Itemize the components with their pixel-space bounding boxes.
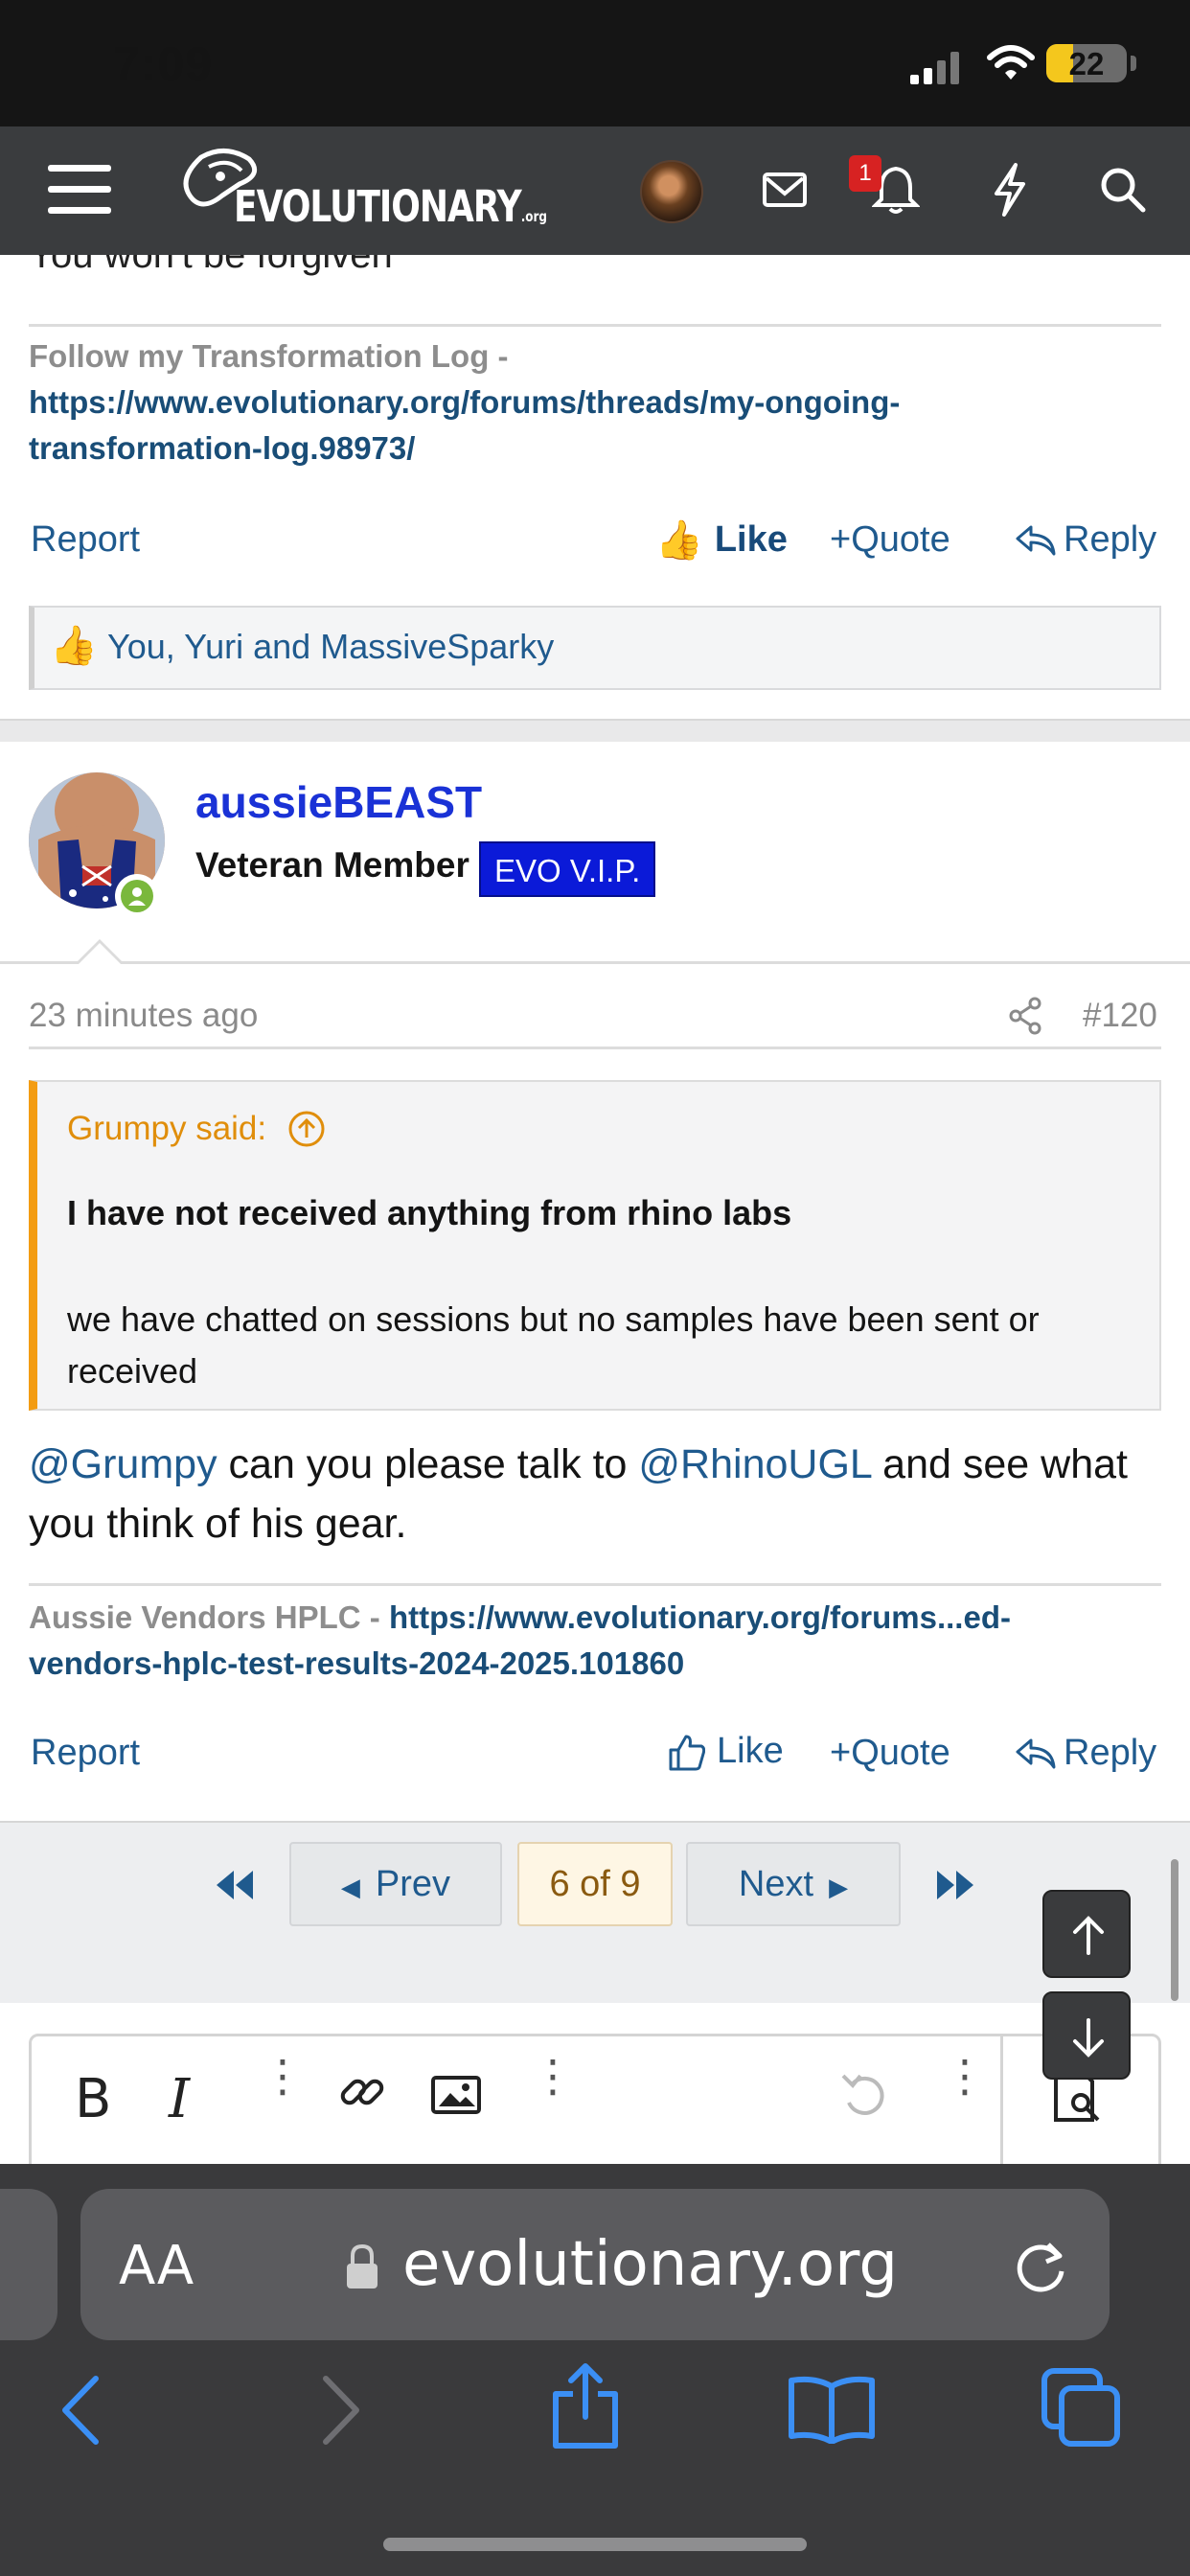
account-avatar[interactable]	[640, 160, 703, 223]
hamburger-menu-icon[interactable]	[48, 163, 111, 217]
scroll-to-bottom-button[interactable]	[1042, 1991, 1131, 2080]
notifications-badge: 1	[849, 155, 881, 192]
signature: Aussie Vendors HPLC - https://www.evolut…	[29, 1595, 1169, 1687]
more-editor-options-icon[interactable]: ⋮	[943, 2054, 987, 2098]
quote-button-prev[interactable]: +Quote	[830, 519, 950, 561]
italic-icon[interactable]: I	[169, 2068, 190, 2130]
previous-tab-peek[interactable]	[0, 2189, 57, 2340]
back-icon[interactable]	[59, 2375, 102, 2446]
signature-prev: Follow my Transformation Log - https://w…	[29, 334, 1159, 472]
signature-label: Aussie Vendors HPLC -	[29, 1599, 389, 1635]
caret-right-icon: ▶	[829, 1873, 849, 1901]
scroll-to-top-button[interactable]	[1042, 1890, 1131, 1978]
quote-text-bold: I have not received anything from rhino …	[67, 1193, 792, 1232]
reactions-list[interactable]: You, Yuri and MassiveSparky	[107, 627, 554, 667]
first-page-icon[interactable]	[213, 1869, 257, 1901]
share-sheet-icon[interactable]	[550, 2361, 621, 2450]
vip-badge: EVO V.I.P.	[479, 841, 656, 897]
post-separator	[0, 719, 1190, 742]
report-button-prev[interactable]: Report	[31, 519, 140, 561]
reply-button-prev[interactable]: Reply	[1016, 519, 1156, 561]
whats-new-bolt-icon[interactable]	[991, 163, 1029, 217]
reply-button[interactable]: Reply	[1016, 1733, 1156, 1774]
share-icon[interactable]	[1008, 997, 1042, 1035]
undo-icon[interactable]	[839, 2070, 891, 2120]
quote-text-body: we have chatted on sessions but no sampl…	[67, 1300, 1040, 1391]
poster-username[interactable]: aussieBEAST	[195, 776, 482, 828]
report-button[interactable]: Report	[31, 1733, 140, 1774]
thumbs-up-outline-icon	[669, 1735, 705, 1770]
user-block-divider	[0, 961, 1190, 964]
site-logo-text: EVOLUTIONARY.org	[234, 183, 547, 233]
address-url[interactable]: evolutionary.org	[402, 2229, 898, 2300]
mention-link-grumpy[interactable]: @Grumpy	[29, 1441, 217, 1487]
reaction-like-icon: 👍	[50, 625, 98, 667]
battery-level: 22	[1068, 46, 1105, 81]
more-insert-options-icon[interactable]: ⋮	[531, 2054, 575, 2098]
like-button-prev[interactable]: 👍 Like	[655, 518, 788, 563]
thumbs-up-icon: 👍	[655, 519, 703, 562]
go-to-quote-arrow-icon[interactable]	[287, 1110, 326, 1148]
like-button[interactable]: Like	[667, 1731, 784, 1772]
reload-icon[interactable]	[1012, 2237, 1071, 2296]
tabs-icon[interactable]	[1041, 2367, 1123, 2448]
caret-left-icon: ◀	[340, 1873, 360, 1901]
cellular-signal-icon	[910, 52, 959, 84]
post-body: @Grumpy can you please talk to @RhinoUGL…	[29, 1441, 1128, 1547]
quote-author[interactable]: Grumpy said:	[67, 1110, 326, 1148]
reply-arrow-icon	[1016, 525, 1056, 555]
post-timestamp[interactable]: 23 minutes ago	[29, 997, 258, 1035]
current-page-indicator[interactable]: 6 of 9	[517, 1842, 673, 1926]
next-page-button[interactable]: Next ▶	[686, 1842, 901, 1926]
post-header-divider	[29, 1046, 1161, 1049]
signature-divider	[29, 324, 1161, 327]
forward-icon	[323, 2376, 359, 2445]
image-icon[interactable]	[431, 2076, 481, 2114]
arrow-down-icon	[1073, 2018, 1104, 2058]
quote-button[interactable]: +Quote	[830, 1733, 950, 1774]
status-time: 7:09	[113, 37, 214, 91]
bold-icon[interactable]: B	[75, 2068, 111, 2130]
inbox-icon[interactable]	[763, 172, 807, 207]
wifi-icon	[987, 45, 1035, 80]
signature-divider	[29, 1583, 1161, 1586]
arrow-up-icon	[1073, 1916, 1104, 1955]
post-number[interactable]: #120	[1083, 997, 1157, 1035]
search-icon[interactable]	[1100, 167, 1146, 213]
online-status-icon	[121, 880, 153, 912]
reply-editor-toolbar	[29, 2034, 1161, 2168]
signature-link[interactable]: https://www.evolutionary.org/forums/thre…	[29, 384, 900, 466]
poster-user-title: Veteran Member	[195, 845, 469, 885]
last-page-icon[interactable]	[933, 1869, 977, 1901]
prev-page-button[interactable]: ◀ Prev	[289, 1842, 502, 1926]
mention-link-rhinougl[interactable]: @RhinoUGL	[638, 1441, 871, 1487]
home-indicator	[383, 2538, 807, 2551]
battery-icon: 22	[1046, 44, 1127, 82]
link-icon[interactable]	[337, 2068, 387, 2118]
more-options-icon[interactable]: ⋮	[261, 2054, 305, 2098]
reply-arrow-icon	[1016, 1738, 1056, 1768]
scrollbar-thumb[interactable]	[1171, 1859, 1179, 2001]
bookmarks-icon[interactable]	[788, 2375, 876, 2444]
lock-icon	[347, 2243, 378, 2288]
signature-label: Follow my Transformation Log -	[29, 338, 509, 374]
page-settings-button[interactable]: AA	[119, 2235, 194, 2297]
